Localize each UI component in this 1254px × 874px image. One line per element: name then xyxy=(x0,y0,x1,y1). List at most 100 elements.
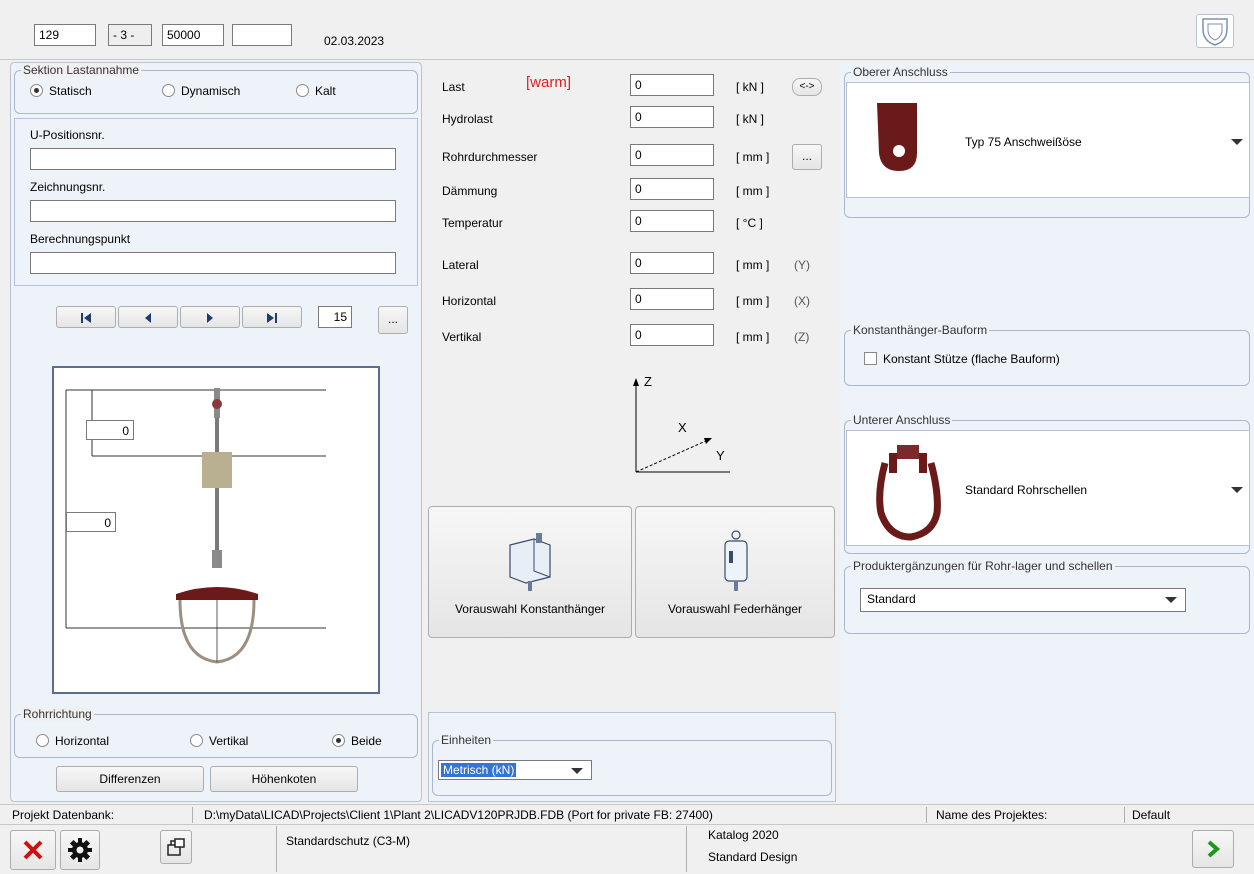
axis-x-label: X xyxy=(678,420,687,435)
radio-icon xyxy=(296,84,309,97)
chevron-right-icon xyxy=(1207,840,1221,858)
schutz-text: Standardschutz (C3-M) xyxy=(286,834,411,848)
load-input[interactable]: 0 xyxy=(630,106,714,128)
next-step-button[interactable] xyxy=(1192,830,1234,868)
status-bar: Projekt Datenbank: D:\myData\LICAD\Proje… xyxy=(0,804,1254,824)
anschweissoese-icon xyxy=(877,103,917,171)
oberer-legend: Oberer Anschluss xyxy=(851,65,950,79)
unterer-value: Standard Rohrschellen xyxy=(965,483,1088,497)
load-axis: (Z) xyxy=(794,330,810,344)
load-unit: [ mm ] xyxy=(736,150,770,164)
next-icon xyxy=(207,313,213,323)
sektion-legend: Sektion Lastannahme xyxy=(21,63,142,77)
db-label: Projekt Datenbank: xyxy=(12,808,115,822)
load-input[interactable]: 0 xyxy=(630,324,714,346)
load-input[interactable]: 0 xyxy=(630,252,714,274)
load-input[interactable]: 0 xyxy=(630,210,714,232)
federhaenger-button[interactable]: Vorauswahl Federhänger xyxy=(635,506,835,638)
load-unit: [ mm ] xyxy=(736,294,770,308)
oberer-value: Typ 75 Anschweißöse xyxy=(965,135,1082,149)
konstanthaenger-button[interactable]: Vorauswahl Konstanthänger xyxy=(428,506,632,638)
radio-label: Statisch xyxy=(49,84,92,98)
close-icon xyxy=(23,840,43,860)
gear-icon xyxy=(68,838,92,862)
federhaenger-label: Vorauswahl Federhänger xyxy=(667,602,803,616)
db-path: D:\myData\LICAD\Projects\Client 1\Plant … xyxy=(204,808,713,822)
drawing-dim-side[interactable]: 0 xyxy=(66,512,116,532)
last-icon xyxy=(267,313,277,323)
header-field-4[interactable] xyxy=(232,24,292,46)
project-name-value: Default xyxy=(1132,808,1171,822)
load-input[interactable]: 0 xyxy=(630,288,714,310)
nav-first-button[interactable] xyxy=(56,306,116,328)
chevron-down-icon xyxy=(571,768,583,774)
upos-label: U-Positionsnr. xyxy=(30,128,105,142)
page-number-input[interactable]: 15 xyxy=(318,306,352,328)
berechnungspunkt-input[interactable] xyxy=(30,252,396,274)
oberer-select[interactable]: Typ 75 Anschweißöse xyxy=(846,82,1250,198)
load-unit: [ mm ] xyxy=(736,184,770,198)
nav-next-button[interactable] xyxy=(180,306,240,328)
settings-button[interactable] xyxy=(60,830,100,870)
nav-last-button[interactable] xyxy=(242,306,302,328)
load-unit: [ kN ] xyxy=(736,112,765,126)
load-axis: (X) xyxy=(794,294,810,308)
swap-button[interactable]: <-> xyxy=(792,78,822,96)
unterer-legend: Unterer Anschluss xyxy=(851,413,953,427)
hoehenkoten-button[interactable]: Höhenkoten xyxy=(210,766,358,792)
load-label: Lateral xyxy=(442,258,479,272)
load-label: Vertikal xyxy=(442,330,482,344)
logo-icon xyxy=(1196,14,1234,48)
berechnungspunkt-label: Berechnungspunkt xyxy=(30,232,131,246)
constant-hanger-icon xyxy=(509,533,551,591)
nav-prev-button[interactable] xyxy=(118,306,178,328)
checkbox-icon xyxy=(864,352,877,365)
load-unit: [ mm ] xyxy=(736,258,770,272)
differenzen-button[interactable]: Differenzen xyxy=(56,766,204,792)
nav-more-button[interactable]: ... xyxy=(378,306,408,334)
einheiten-select[interactable]: Metrisch (kN) xyxy=(438,760,592,780)
header-field-2[interactable]: - 3 - xyxy=(108,24,152,46)
produkt-legend: Produktergänzungen für Rohr-lager und sc… xyxy=(851,559,1115,573)
zeichnungsnr-label: Zeichnungsnr. xyxy=(30,180,106,194)
header-field-3[interactable]: 50000 xyxy=(162,24,224,46)
unterer-select[interactable]: Standard Rohrschellen xyxy=(846,430,1250,546)
radio-kalt[interactable]: Kalt xyxy=(296,84,336,98)
radio-icon xyxy=(190,734,203,747)
radio-dynamisch[interactable]: Dynamisch xyxy=(162,84,240,98)
konstant-stuetze-checkbox[interactable]: Konstant Stütze (flache Bauform) xyxy=(864,352,1060,366)
zeichnungsnr-input[interactable] xyxy=(30,200,396,222)
radio-label: Dynamisch xyxy=(181,84,241,98)
radio-icon xyxy=(30,84,43,97)
header-field-1[interactable]: 129 xyxy=(34,24,96,46)
load-unit: [ °C ] xyxy=(736,216,763,230)
axis-y-label: Y xyxy=(716,448,725,463)
load-label: Last xyxy=(442,80,465,94)
load-label: Rohrdurchmesser xyxy=(442,150,538,164)
radio-statisch[interactable]: Statisch xyxy=(30,84,92,98)
radio-vertikal[interactable]: Vertikal xyxy=(190,734,248,748)
export-button[interactable] xyxy=(160,830,192,864)
load-input[interactable]: 0 xyxy=(630,144,714,166)
diameter-dots-button[interactable]: ... xyxy=(792,144,822,170)
produkt-select[interactable]: Standard xyxy=(860,588,1186,612)
close-button[interactable] xyxy=(10,830,56,870)
spring-hanger-icon xyxy=(724,530,748,591)
load-label: Temperatur xyxy=(442,216,503,230)
project-name-label: Name des Projektes: xyxy=(936,808,1048,822)
checkbox-label: Konstant Stütze (flache Bauform) xyxy=(883,352,1060,366)
radio-icon xyxy=(162,84,175,97)
header-date: 02.03.2023 xyxy=(324,34,385,48)
radio-horizontal[interactable]: Horizontal xyxy=(36,734,109,748)
load-input[interactable]: 0 xyxy=(630,74,714,96)
einheiten-legend: Einheiten xyxy=(439,733,494,747)
radio-label: Kalt xyxy=(315,84,336,98)
katalog-text: Katalog 2020 xyxy=(708,828,779,842)
prev-icon xyxy=(145,313,151,323)
drawing-dim-top[interactable]: 0 xyxy=(86,420,134,440)
export-icon xyxy=(167,838,185,856)
load-input[interactable]: 0 xyxy=(630,178,714,200)
load-label: Hydrolast xyxy=(442,112,493,126)
upos-input[interactable] xyxy=(30,148,396,170)
radio-beide[interactable]: Beide xyxy=(332,734,382,748)
